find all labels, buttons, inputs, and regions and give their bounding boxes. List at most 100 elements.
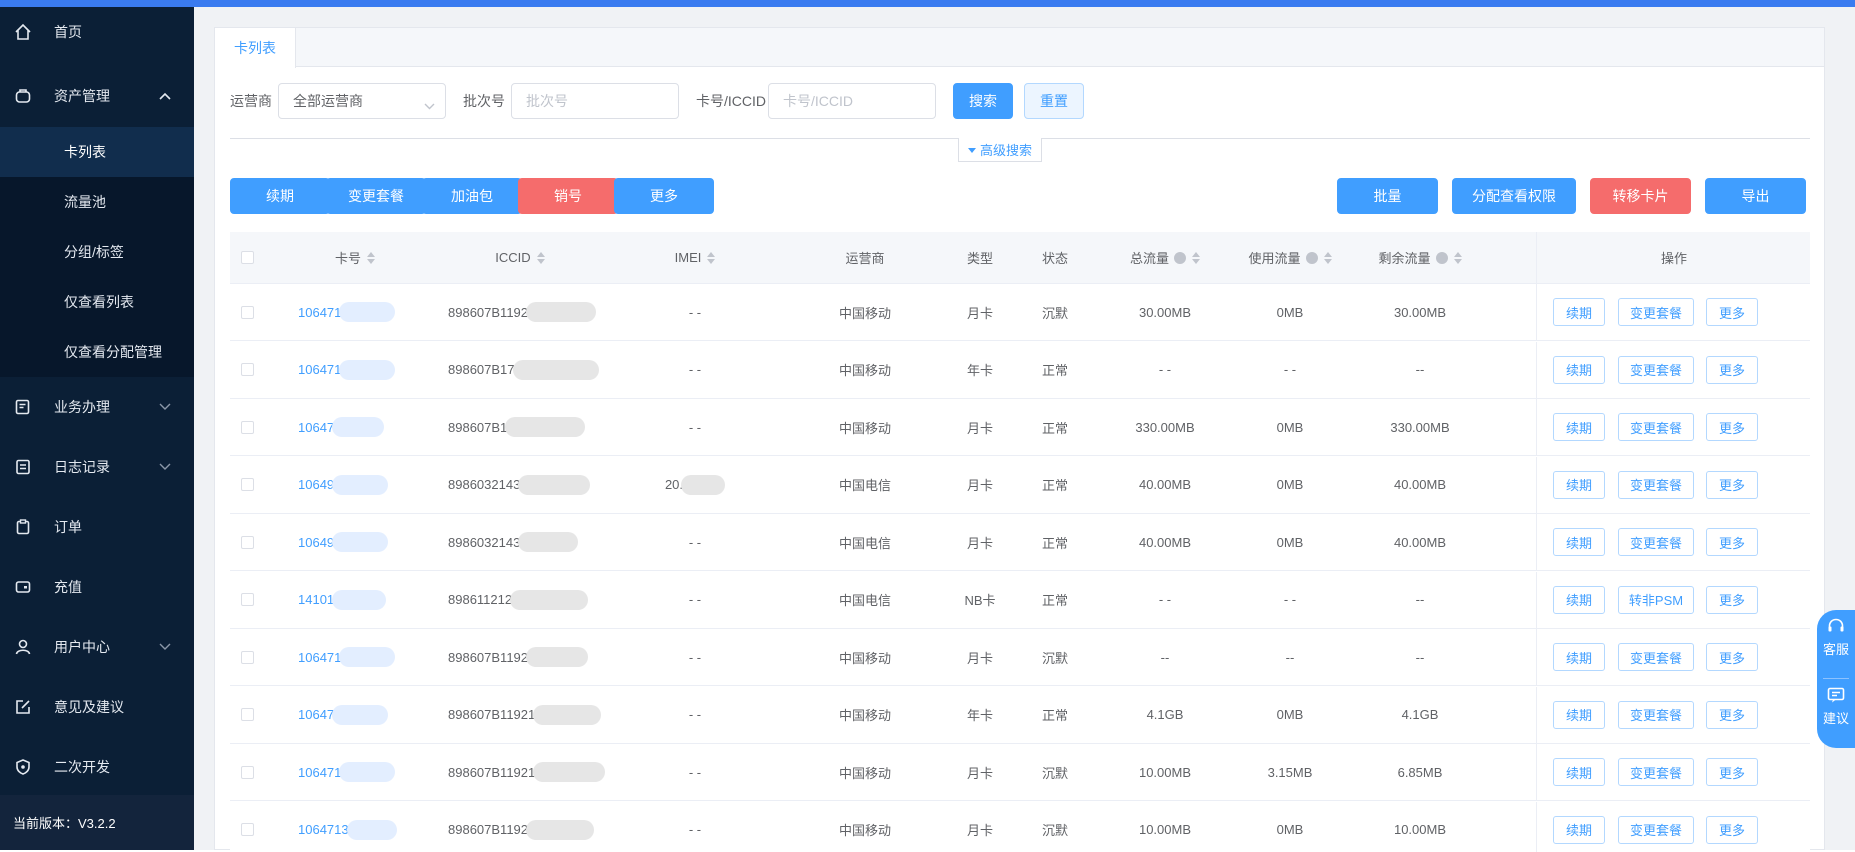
- row-op2-button[interactable]: 转非PSM: [1618, 586, 1694, 614]
- row-checkbox[interactable]: [230, 457, 264, 513]
- batch-input[interactable]: [526, 93, 678, 109]
- row-checkbox[interactable]: [230, 802, 264, 852]
- tab-card-list[interactable]: 卡列表: [215, 28, 296, 68]
- row-op2-button[interactable]: 变更套餐: [1618, 298, 1694, 326]
- sidebar-sub-view-assign[interactable]: 仅查看分配管理: [0, 327, 194, 377]
- row-more-button[interactable]: 更多: [1706, 816, 1758, 844]
- export-button[interactable]: 导出: [1705, 178, 1806, 214]
- row-renew-button[interactable]: 续期: [1553, 758, 1605, 786]
- row-checkbox[interactable]: [230, 744, 264, 800]
- iccid-cell: 898611212: [440, 572, 610, 628]
- row-checkbox[interactable]: [230, 629, 264, 685]
- row-checkbox[interactable]: [230, 514, 264, 570]
- search-button[interactable]: 搜索: [953, 83, 1013, 119]
- sidebar-item-assets[interactable]: 资产管理: [0, 74, 194, 118]
- row-op2-button[interactable]: 变更套餐: [1618, 413, 1694, 441]
- sidebar-sub-group-tag[interactable]: 分组/标签: [0, 227, 194, 277]
- card-number-link[interactable]: 10647: [290, 687, 420, 743]
- row-op2-button[interactable]: 变更套餐: [1618, 701, 1694, 729]
- more-button[interactable]: 更多: [614, 178, 714, 214]
- sidebar-item-home[interactable]: 首页: [0, 10, 194, 54]
- row-checkbox[interactable]: [230, 342, 264, 398]
- imei-value: - -: [689, 305, 701, 320]
- header-card[interactable]: 卡号: [290, 232, 420, 283]
- remaining-cell: --: [1360, 572, 1480, 628]
- header-iccid[interactable]: ICCID: [440, 232, 600, 283]
- card-number-link[interactable]: 106471: [290, 284, 420, 340]
- sidebar-item-dev[interactable]: 二次开发: [0, 745, 194, 789]
- row-more-button[interactable]: 更多: [1706, 471, 1758, 499]
- row-more-button[interactable]: 更多: [1706, 413, 1758, 441]
- row-checkbox[interactable]: [230, 284, 264, 340]
- sidebar-sub-view-list[interactable]: 仅查看列表: [0, 277, 194, 327]
- iccid-input[interactable]: [783, 93, 935, 109]
- row-renew-button[interactable]: 续期: [1553, 528, 1605, 556]
- operator-select[interactable]: 全部运营商: [278, 83, 446, 119]
- assign-permission-button[interactable]: 分配查看权限: [1452, 178, 1576, 214]
- sidebar-item-recharge[interactable]: 充值: [0, 565, 194, 609]
- row-renew-button[interactable]: 续期: [1553, 356, 1605, 384]
- row-renew-button[interactable]: 续期: [1553, 816, 1605, 844]
- card-number-link[interactable]: 10647: [290, 399, 420, 455]
- suggest-button[interactable]: 建议: [1817, 685, 1855, 727]
- row-more-button[interactable]: 更多: [1706, 298, 1758, 326]
- row-op2-button[interactable]: 变更套餐: [1618, 356, 1694, 384]
- reset-button[interactable]: 重置: [1024, 83, 1084, 119]
- row-renew-button[interactable]: 续期: [1553, 298, 1605, 326]
- header-used[interactable]: 使用流量: [1230, 232, 1350, 283]
- sidebar-item-orders[interactable]: 订单: [0, 505, 194, 549]
- card-number-link[interactable]: 106471: [290, 744, 420, 800]
- sidebar-sub-traffic-pool[interactable]: 流量池: [0, 177, 194, 227]
- card-number-link[interactable]: 10649: [290, 457, 420, 513]
- row-more-button[interactable]: 更多: [1706, 528, 1758, 556]
- row-more-button[interactable]: 更多: [1706, 643, 1758, 671]
- row-checkbox[interactable]: [230, 572, 264, 628]
- batch-button[interactable]: 批量: [1337, 178, 1438, 214]
- cancel-number-button[interactable]: 销号: [518, 178, 618, 214]
- header-remaining[interactable]: 剩余流量: [1360, 232, 1480, 283]
- transfer-card-button[interactable]: 转移卡片: [1590, 178, 1691, 214]
- renew-button[interactable]: 续期: [230, 178, 330, 214]
- row-renew-button[interactable]: 续期: [1553, 643, 1605, 671]
- select-all-checkbox[interactable]: [230, 232, 264, 283]
- row-renew-button[interactable]: 续期: [1553, 413, 1605, 441]
- row-op2-button[interactable]: 变更套餐: [1618, 758, 1694, 786]
- header-imei[interactable]: IMEI: [630, 232, 760, 283]
- sidebar-sub-card-list[interactable]: 卡列表: [0, 127, 194, 177]
- row-checkbox[interactable]: [230, 687, 264, 743]
- advanced-search-toggle[interactable]: 高级搜索: [958, 138, 1042, 162]
- row-op2-button[interactable]: 变更套餐: [1618, 816, 1694, 844]
- row-renew-button[interactable]: 续期: [1553, 586, 1605, 614]
- row-renew-button[interactable]: 续期: [1553, 471, 1605, 499]
- operator-cell: 中国移动: [810, 629, 920, 685]
- card-number-link[interactable]: 10649: [290, 514, 420, 570]
- change-plan-button[interactable]: 变更套餐: [326, 178, 426, 214]
- row-more-button[interactable]: 更多: [1706, 356, 1758, 384]
- row-op2-button[interactable]: 变更套餐: [1618, 528, 1694, 556]
- row-checkbox[interactable]: [230, 399, 264, 455]
- edit-icon: [13, 697, 33, 717]
- service-button[interactable]: 客服: [1817, 616, 1855, 658]
- row-op2-button[interactable]: 变更套餐: [1618, 471, 1694, 499]
- addon-button[interactable]: 加油包: [422, 178, 522, 214]
- row-op2-button[interactable]: 变更套餐: [1618, 643, 1694, 671]
- imei-value: - -: [689, 592, 701, 607]
- remaining-cell: --: [1360, 342, 1480, 398]
- sort-icon: [367, 252, 375, 264]
- ops-cell: 续期变更套餐更多: [1536, 399, 1810, 455]
- card-number-link[interactable]: 1064713: [290, 802, 420, 852]
- sidebar-item-business[interactable]: 业务办理: [0, 385, 194, 429]
- card-number-link[interactable]: 14101: [290, 572, 420, 628]
- row-renew-button[interactable]: 续期: [1553, 701, 1605, 729]
- sidebar-item-user-center[interactable]: 用户中心: [0, 625, 194, 669]
- row-more-button[interactable]: 更多: [1706, 586, 1758, 614]
- row-more-button[interactable]: 更多: [1706, 758, 1758, 786]
- card-number-link[interactable]: 106471: [290, 629, 420, 685]
- header-total[interactable]: 总流量: [1110, 232, 1220, 283]
- row-more-button[interactable]: 更多: [1706, 701, 1758, 729]
- card-number-link[interactable]: 106471: [290, 342, 420, 398]
- status-cell: 正常: [1025, 342, 1085, 398]
- used-cell: 3.15MB: [1230, 744, 1350, 800]
- sidebar-item-feedback[interactable]: 意见及建议: [0, 685, 194, 729]
- sidebar-item-logs[interactable]: 日志记录: [0, 445, 194, 489]
